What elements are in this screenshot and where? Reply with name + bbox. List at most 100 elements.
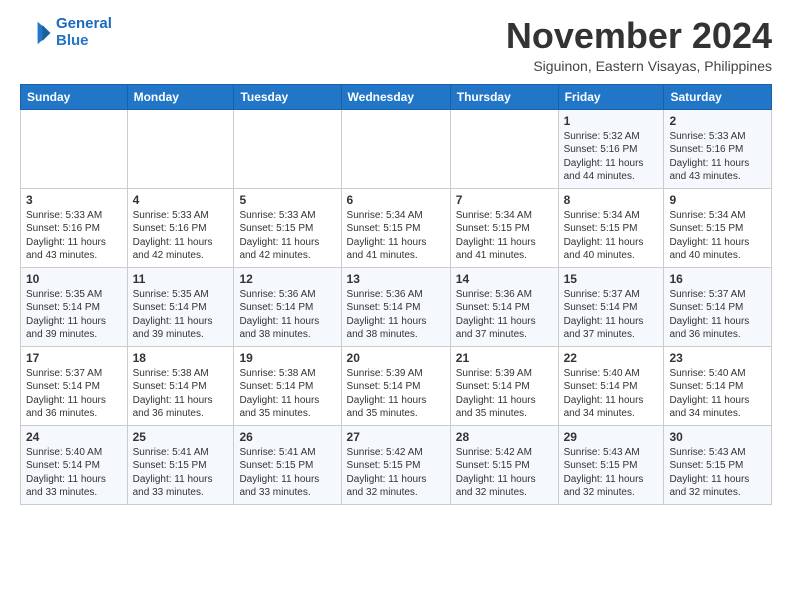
calendar-cell: 13 Sunrise: 5:36 AMSunset: 5:14 PMDayligh…: [341, 267, 450, 346]
weekday-header-thursday: Thursday: [450, 84, 558, 109]
day-number: 21: [456, 351, 553, 365]
logo-icon: [20, 17, 52, 49]
day-number: 11: [133, 272, 229, 286]
day-number: 17: [26, 351, 122, 365]
calendar-cell: 10 Sunrise: 5:35 AMSunset: 5:14 PMDayligh…: [21, 267, 128, 346]
page: General Blue November 2024 Siguinon, Eas…: [0, 0, 792, 521]
week-row-1: 3Sunrise: 5:33 AMSunset: 5:16 PMDaylight…: [21, 188, 772, 267]
day-number: 22: [564, 351, 659, 365]
title-block: November 2024 Siguinon, Eastern Visayas,…: [506, 16, 772, 74]
calendar-cell: 8Sunrise: 5:34 AMSunset: 5:15 PMDaylight…: [558, 188, 664, 267]
calendar-cell: 27 Sunrise: 5:42 AMSunset: 5:15 PMDayligh…: [341, 425, 450, 504]
calendar-cell: [127, 109, 234, 188]
day-number: 26: [239, 430, 335, 444]
calendar: SundayMondayTuesdayWednesdayThursdayFrid…: [20, 84, 772, 505]
day-info: Sunrise: 5:37 AMSunset: 5:14 PMDaylight:…: [26, 367, 122, 421]
calendar-cell: 18 Sunrise: 5:38 AMSunset: 5:14 PMDayligh…: [127, 346, 234, 425]
calendar-cell: 22 Sunrise: 5:40 AMSunset: 5:14 PMDayligh…: [558, 346, 664, 425]
calendar-cell: 23 Sunrise: 5:40 AMSunset: 5:14 PMDayligh…: [664, 346, 772, 425]
day-info: Sunrise: 5:33 AMSunset: 5:15 PMDaylight:…: [239, 209, 335, 263]
day-info: Sunrise: 5:36 AMSunset: 5:14 PMDaylight:…: [456, 288, 553, 342]
calendar-cell: 16Sunrise: 5:37 AMSunset: 5:14 PMDayligh…: [664, 267, 772, 346]
calendar-cell: 17 Sunrise: 5:37 AMSunset: 5:14 PMDayligh…: [21, 346, 128, 425]
weekday-header-tuesday: Tuesday: [234, 84, 341, 109]
calendar-cell: 12 Sunrise: 5:36 AMSunset: 5:14 PMDayligh…: [234, 267, 341, 346]
day-number: 12: [239, 272, 335, 286]
day-info: Sunrise: 5:41 AMSunset: 5:15 PMDaylight:…: [239, 446, 335, 500]
day-info: Sunrise: 5:35 AMSunset: 5:14 PMDaylight:…: [133, 288, 229, 342]
day-info: Sunrise: 5:40 AMSunset: 5:14 PMDaylight:…: [564, 367, 659, 421]
week-row-4: 24Sunrise: 5:40 AMSunset: 5:14 PMDayligh…: [21, 425, 772, 504]
calendar-cell: 7Sunrise: 5:34 AMSunset: 5:15 PMDaylight…: [450, 188, 558, 267]
day-info: Sunrise: 5:32 AMSunset: 5:16 PMDaylight:…: [564, 130, 659, 184]
day-number: 7: [456, 193, 553, 207]
calendar-cell: 30 Sunrise: 5:43 AMSunset: 5:15 PMDayligh…: [664, 425, 772, 504]
day-number: 29: [564, 430, 659, 444]
calendar-cell: 26 Sunrise: 5:41 AMSunset: 5:15 PMDayligh…: [234, 425, 341, 504]
day-info: Sunrise: 5:36 AMSunset: 5:14 PMDaylight:…: [347, 288, 445, 342]
week-row-0: 1Sunrise: 5:32 AMSunset: 5:16 PMDaylight…: [21, 109, 772, 188]
day-number: 8: [564, 193, 659, 207]
day-number: 4: [133, 193, 229, 207]
day-info: Sunrise: 5:40 AMSunset: 5:14 PMDaylight:…: [669, 367, 766, 421]
weekday-header-wednesday: Wednesday: [341, 84, 450, 109]
day-info: Sunrise: 5:42 AMSunset: 5:15 PMDaylight:…: [456, 446, 553, 500]
calendar-cell: [21, 109, 128, 188]
calendar-cell: 24Sunrise: 5:40 AMSunset: 5:14 PMDayligh…: [21, 425, 128, 504]
day-number: 19: [239, 351, 335, 365]
logo: General Blue: [20, 16, 112, 49]
day-number: 5: [239, 193, 335, 207]
day-info: Sunrise: 5:41 AMSunset: 5:15 PMDaylight:…: [133, 446, 229, 500]
calendar-cell: 25Sunrise: 5:41 AMSunset: 5:15 PMDayligh…: [127, 425, 234, 504]
logo-text: General Blue: [56, 16, 112, 49]
weekday-header-friday: Friday: [558, 84, 664, 109]
day-info: Sunrise: 5:35 AMSunset: 5:14 PMDaylight:…: [26, 288, 122, 342]
day-number: 18: [133, 351, 229, 365]
calendar-cell: 29 Sunrise: 5:43 AMSunset: 5:15 PMDayligh…: [558, 425, 664, 504]
day-number: 2: [669, 114, 766, 128]
calendar-cell: 28 Sunrise: 5:42 AMSunset: 5:15 PMDayligh…: [450, 425, 558, 504]
calendar-cell: 1Sunrise: 5:32 AMSunset: 5:16 PMDaylight…: [558, 109, 664, 188]
calendar-cell: 6Sunrise: 5:34 AMSunset: 5:15 PMDaylight…: [341, 188, 450, 267]
day-number: 28: [456, 430, 553, 444]
day-number: 30: [669, 430, 766, 444]
weekday-header-row: SundayMondayTuesdayWednesdayThursdayFrid…: [21, 84, 772, 109]
day-info: Sunrise: 5:42 AMSunset: 5:15 PMDaylight:…: [347, 446, 445, 500]
month-title: November 2024: [506, 16, 772, 56]
calendar-cell: 9 Sunrise: 5:34 AMSunset: 5:15 PMDaylight…: [664, 188, 772, 267]
day-info: Sunrise: 5:43 AMSunset: 5:15 PMDaylight:…: [564, 446, 659, 500]
calendar-cell: 3Sunrise: 5:33 AMSunset: 5:16 PMDaylight…: [21, 188, 128, 267]
day-info: Sunrise: 5:43 AMSunset: 5:15 PMDaylight:…: [669, 446, 766, 500]
weekday-header-sunday: Sunday: [21, 84, 128, 109]
day-info: Sunrise: 5:39 AMSunset: 5:14 PMDaylight:…: [456, 367, 553, 421]
calendar-cell: 19 Sunrise: 5:38 AMSunset: 5:14 PMDayligh…: [234, 346, 341, 425]
day-number: 16: [669, 272, 766, 286]
calendar-cell: 4 Sunrise: 5:33 AMSunset: 5:16 PMDaylight…: [127, 188, 234, 267]
day-number: 27: [347, 430, 445, 444]
calendar-cell: [450, 109, 558, 188]
day-info: Sunrise: 5:38 AMSunset: 5:14 PMDaylight:…: [239, 367, 335, 421]
day-number: 24: [26, 430, 122, 444]
day-number: 13: [347, 272, 445, 286]
week-row-3: 17 Sunrise: 5:37 AMSunset: 5:14 PMDayligh…: [21, 346, 772, 425]
day-number: 9: [669, 193, 766, 207]
weekday-header-monday: Monday: [127, 84, 234, 109]
location: Siguinon, Eastern Visayas, Philippines: [506, 58, 772, 74]
day-info: Sunrise: 5:33 AMSunset: 5:16 PMDaylight:…: [133, 209, 229, 263]
calendar-cell: 15Sunrise: 5:37 AMSunset: 5:14 PMDayligh…: [558, 267, 664, 346]
calendar-cell: 2 Sunrise: 5:33 AMSunset: 5:16 PMDaylight…: [664, 109, 772, 188]
day-number: 10: [26, 272, 122, 286]
calendar-cell: [341, 109, 450, 188]
calendar-cell: 20Sunrise: 5:39 AMSunset: 5:14 PMDayligh…: [341, 346, 450, 425]
day-info: Sunrise: 5:39 AMSunset: 5:14 PMDaylight:…: [347, 367, 445, 421]
logo-line2: Blue: [56, 32, 89, 49]
day-number: 23: [669, 351, 766, 365]
calendar-cell: 5 Sunrise: 5:33 AMSunset: 5:15 PMDaylight…: [234, 188, 341, 267]
day-info: Sunrise: 5:34 AMSunset: 5:15 PMDaylight:…: [669, 209, 766, 263]
calendar-cell: 14Sunrise: 5:36 AMSunset: 5:14 PMDayligh…: [450, 267, 558, 346]
calendar-cell: [234, 109, 341, 188]
day-info: Sunrise: 5:36 AMSunset: 5:14 PMDaylight:…: [239, 288, 335, 342]
calendar-cell: 21 Sunrise: 5:39 AMSunset: 5:14 PMDayligh…: [450, 346, 558, 425]
day-info: Sunrise: 5:38 AMSunset: 5:14 PMDaylight:…: [133, 367, 229, 421]
day-info: Sunrise: 5:33 AMSunset: 5:16 PMDaylight:…: [669, 130, 766, 184]
